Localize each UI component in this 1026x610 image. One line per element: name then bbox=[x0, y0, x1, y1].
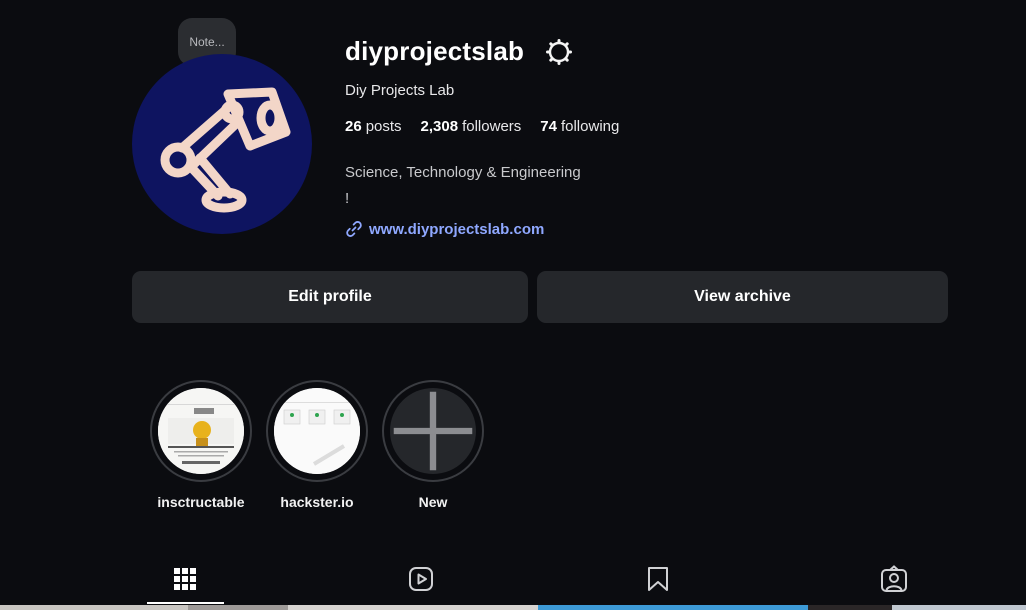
highlight-new[interactable]: New bbox=[378, 380, 488, 510]
following-count-label: following bbox=[560, 118, 620, 135]
new-highlight-circle bbox=[390, 388, 476, 474]
highlight-ring bbox=[382, 380, 484, 482]
website-link[interactable]: www.diyprojectslab.com bbox=[369, 221, 544, 238]
view-archive-button[interactable]: View archive bbox=[537, 271, 948, 323]
posts-grid-preview[interactable] bbox=[0, 605, 1026, 610]
followers-count[interactable]: 2,308 followers bbox=[421, 118, 522, 135]
website-link-row[interactable]: www.diyprojectslab.com bbox=[345, 220, 544, 238]
tagged-person-icon bbox=[881, 565, 907, 592]
link-icon bbox=[345, 220, 363, 238]
bookmark-icon bbox=[648, 567, 668, 591]
followers-count-value: 2,308 bbox=[420, 118, 459, 135]
post-thumbnail[interactable] bbox=[538, 605, 808, 610]
active-tab-indicator bbox=[147, 602, 224, 604]
following-count[interactable]: 74 following bbox=[540, 118, 619, 135]
highlight-label: insctructable bbox=[157, 494, 245, 510]
following-count-value: 74 bbox=[540, 118, 557, 135]
tab-saved[interactable] bbox=[641, 562, 675, 596]
highlight-ring bbox=[150, 380, 252, 482]
profile-username: diyprojectslab bbox=[345, 36, 525, 66]
highlight-cover-image bbox=[158, 388, 244, 474]
posts-count-value: 26 bbox=[345, 118, 362, 135]
plus-icon bbox=[393, 391, 473, 471]
note-placeholder: Note... bbox=[189, 35, 225, 49]
settings-gear-icon[interactable] bbox=[545, 38, 573, 66]
post-thumbnail[interactable] bbox=[808, 605, 892, 610]
tab-reels[interactable] bbox=[404, 562, 438, 596]
posts-count-label: posts bbox=[365, 118, 402, 135]
grid-icon bbox=[174, 568, 196, 590]
reels-icon bbox=[409, 567, 433, 591]
followers-count-label: followers bbox=[462, 118, 522, 135]
profile-stats: 26 posts 2,308 followers 74 following bbox=[345, 118, 619, 135]
profile-full-name: Diy Projects Lab bbox=[345, 82, 455, 99]
highlight-label: hackster.io bbox=[280, 494, 354, 510]
posts-count: 26 posts bbox=[345, 118, 402, 135]
profile-avatar[interactable] bbox=[132, 54, 312, 234]
post-thumbnail[interactable] bbox=[892, 605, 1026, 610]
post-thumbnail[interactable] bbox=[188, 605, 288, 610]
edit-profile-button[interactable]: Edit profile bbox=[132, 271, 528, 323]
highlight-cover-image bbox=[274, 388, 360, 474]
highlight-label: New bbox=[418, 494, 448, 510]
desk-lamp-logo-icon bbox=[160, 87, 291, 213]
bio-line-1: Science, Technology & Engineering bbox=[345, 164, 581, 181]
post-thumbnail[interactable] bbox=[0, 605, 188, 610]
tab-posts[interactable] bbox=[168, 562, 202, 596]
highlight-ring bbox=[266, 380, 368, 482]
post-thumbnail[interactable] bbox=[288, 605, 538, 610]
highlight-hackster[interactable]: hackster.io bbox=[262, 380, 372, 510]
bio-line-2: ! bbox=[345, 190, 350, 207]
tab-tagged[interactable] bbox=[877, 562, 911, 596]
highlight-insctructable[interactable]: insctructable bbox=[146, 380, 256, 510]
